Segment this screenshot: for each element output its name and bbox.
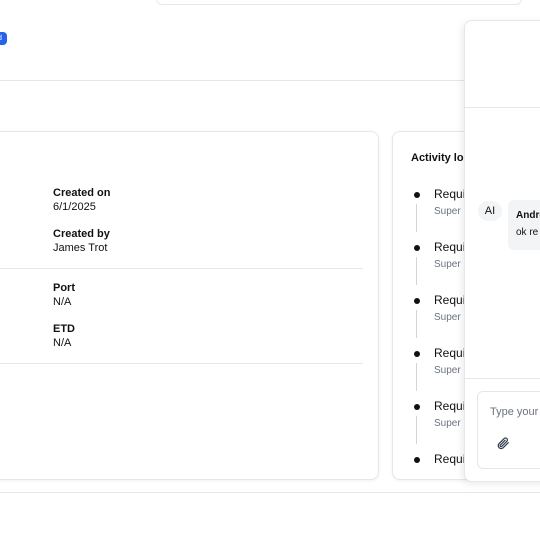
activity-item-subtitle: Super <box>434 365 461 376</box>
port-value: N/A <box>53 296 72 308</box>
chat-message-text: ok re <box>516 227 539 238</box>
chat-sender-name: Andre <box>516 210 540 221</box>
timeline-connector <box>416 416 417 444</box>
activity-item-title: Requi <box>434 187 466 201</box>
section-divider <box>0 268 363 269</box>
created-on-value: 6/1/2025 <box>53 201 96 213</box>
port-field: Port N/A <box>53 281 75 309</box>
port-label: Port <box>53 282 75 294</box>
chat-input-divider <box>465 378 540 379</box>
ai-avatar: AI <box>478 201 502 221</box>
bullet-dot-icon <box>414 457 420 463</box>
top-search-bar[interactable] <box>156 0 522 5</box>
timeline-connector <box>416 363 417 391</box>
bullet-dot-icon <box>414 298 420 304</box>
timeline-connector <box>416 204 417 232</box>
footer-divider <box>0 492 540 493</box>
activity-item-subtitle: Super <box>434 259 461 270</box>
created-by-field: Created by James Trot <box>53 227 110 255</box>
bullet-dot-icon <box>414 192 420 198</box>
created-on-field: Created on 6/1/2025 <box>53 186 110 214</box>
activity-item-title: Requi <box>434 399 466 413</box>
created-on-label: Created on <box>53 187 111 199</box>
chat-input-placeholder: Type your <box>490 406 539 418</box>
created-by-label: Created by <box>53 228 110 240</box>
activity-item-title: Requi <box>434 452 466 466</box>
bullet-dot-icon <box>414 404 420 410</box>
chat-message-bubble: Andre ok re <box>508 200 540 250</box>
header-divider <box>0 80 540 81</box>
bullet-dot-icon <box>414 351 420 357</box>
activity-item-subtitle: Super <box>434 418 461 429</box>
paperclip-icon[interactable] <box>496 436 510 450</box>
timeline-connector <box>416 310 417 338</box>
created-by-value: James Trot <box>53 242 108 254</box>
bullet-dot-icon <box>414 245 420 251</box>
section-divider <box>0 363 363 364</box>
chat-input[interactable]: Type your <box>477 391 540 469</box>
activity-item-title: Requi <box>434 293 466 307</box>
details-card: Created on 6/1/2025 Created by James Tro… <box>0 131 379 480</box>
ai-chat-panel: AI Andre ok re Type your <box>464 20 540 482</box>
chat-header-divider <box>465 107 540 108</box>
etd-value: N/A <box>53 337 72 349</box>
etd-field: ETD N/A <box>53 322 75 350</box>
activity-log-title: Activity log <box>411 152 471 164</box>
activity-item-subtitle: Super <box>434 206 461 217</box>
etd-label: ETD <box>53 323 75 335</box>
timeline-connector <box>416 257 417 285</box>
status-badge: d <box>0 32 7 45</box>
activity-item-title: Requi <box>434 346 466 360</box>
activity-item-title: Requi <box>434 240 466 254</box>
activity-item-subtitle: Super <box>434 312 461 323</box>
